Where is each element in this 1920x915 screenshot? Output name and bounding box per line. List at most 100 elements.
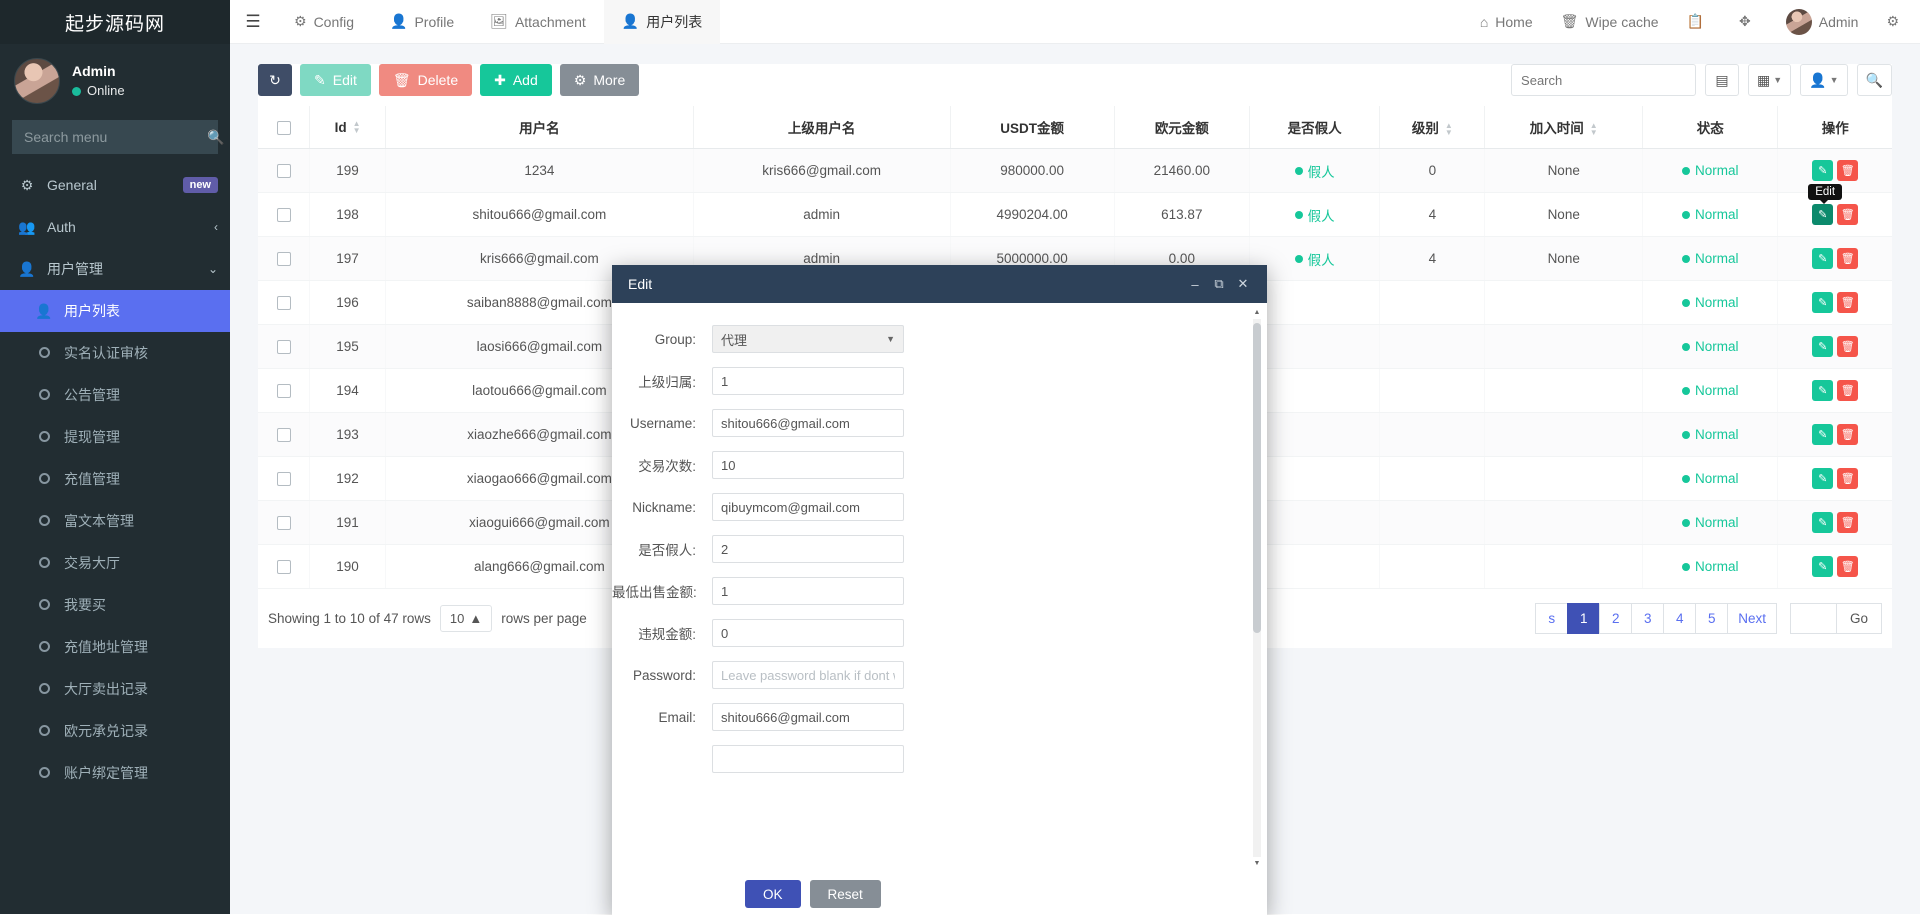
more-button[interactable]: ⚙ More [560, 64, 639, 96]
nav-action-Admin[interactable]: Admin [1772, 0, 1873, 44]
row-checkbox[interactable] [277, 340, 291, 354]
modal-scrollbar[interactable]: ▲ ▼ [1253, 319, 1261, 857]
page-prev[interactable]: s [1535, 603, 1568, 634]
field-input[interactable] [712, 451, 904, 479]
page-next[interactable]: Next [1727, 603, 1777, 634]
sidebar-item-充值管理[interactable]: 充值管理 [0, 458, 230, 500]
page-2[interactable]: 2 [1599, 603, 1632, 634]
sidebar-link[interactable]: 我要买 [0, 584, 230, 626]
sidebar-item-3[interactable]: 👤用户管理⌄ [0, 248, 230, 290]
reset-button[interactable]: Reset [810, 880, 881, 908]
row-edit-button[interactable]: ✎ [1812, 468, 1833, 489]
tab-Profile[interactable]: 👤Profile [372, 0, 472, 44]
row-edit-button[interactable]: ✎ [1812, 424, 1833, 445]
row-checkbox[interactable] [277, 296, 291, 310]
sidebar-item-交易大厅[interactable]: 交易大厅 [0, 542, 230, 584]
sidebar-link[interactable]: 实名认证审核 [0, 332, 230, 374]
tab-Attachment[interactable]: 🖼Attachment [472, 0, 604, 44]
search-menu-input[interactable] [22, 128, 207, 146]
per-page-select[interactable]: 10 ▲ [440, 605, 492, 632]
sidebar-link[interactable]: 账户绑定管理 [0, 752, 230, 794]
nav-action-gears-icon[interactable]: ⚙ [1872, 0, 1920, 44]
row-edit-button[interactable]: ✎ [1812, 380, 1833, 401]
sidebar-item-富文本管理[interactable]: 富文本管理 [0, 500, 230, 542]
row-checkbox-cell[interactable] [258, 149, 310, 193]
nav-action-clipboard-clock-icon[interactable]: 📋 [1673, 0, 1725, 44]
search-icon[interactable]: 🔍 [1857, 64, 1892, 96]
tab-Config[interactable]: ⚙Config [276, 0, 372, 44]
row-checkbox-cell[interactable] [258, 281, 310, 325]
ok-button[interactable]: OK [745, 880, 801, 908]
field-input[interactable] [712, 409, 904, 437]
row-delete-button[interactable]: 🗑 [1837, 248, 1858, 269]
sidebar-search[interactable]: 🔍 [12, 120, 218, 154]
row-checkbox[interactable] [277, 384, 291, 398]
scroll-down-icon[interactable]: ▼ [1253, 860, 1261, 867]
row-delete-button[interactable]: 🗑 [1837, 380, 1858, 401]
field-input[interactable] [712, 535, 904, 563]
row-checkbox[interactable] [277, 516, 291, 530]
sort-icon[interactable]: ▲▼ [1590, 123, 1598, 136]
delete-button[interactable]: 🗑 Delete [379, 64, 472, 96]
row-delete-button[interactable]: 🗑 [1837, 204, 1858, 225]
sidebar-item-实名认证审核[interactable]: 实名认证审核 [0, 332, 230, 374]
row-checkbox[interactable] [277, 208, 291, 222]
group-select[interactable]: 代理▼ [712, 325, 904, 353]
row-delete-button[interactable]: 🗑 [1837, 468, 1858, 489]
sidebar-item-用户列表[interactable]: 👤用户列表 [0, 290, 230, 332]
sort-icon[interactable]: ▲▼ [1445, 123, 1453, 136]
row-checkbox[interactable] [277, 428, 291, 442]
row-checkbox-cell[interactable] [258, 193, 310, 237]
row-edit-button[interactable]: ✎ [1812, 336, 1833, 357]
field-input[interactable] [712, 367, 904, 395]
go-to-page-input[interactable] [1790, 603, 1837, 634]
field-input[interactable] [712, 703, 904, 731]
maximize-icon[interactable]: ⧉ [1207, 269, 1231, 299]
edit-button[interactable]: ✎ Edit [300, 64, 371, 96]
modal-header[interactable]: Edit – ⧉ ✕ [612, 265, 1267, 303]
row-delete-button[interactable]: 🗑 [1837, 160, 1858, 181]
row-edit-button[interactable]: ✎ [1812, 248, 1833, 269]
row-checkbox[interactable] [277, 252, 291, 266]
row-checkbox-cell[interactable] [258, 237, 310, 281]
nav-action-Wipe cache[interactable]: 🗑Wipe cache [1547, 0, 1673, 44]
minimize-icon[interactable]: – [1183, 269, 1207, 299]
sidebar-item-大厅卖出记录[interactable]: 大厅卖出记录 [0, 668, 230, 710]
column-header-加入时间[interactable]: 加入时间▲▼ [1485, 106, 1643, 149]
list-view-icon[interactable]: ▤ [1705, 64, 1739, 96]
sidebar-link[interactable]: 👤用户列表 [0, 290, 230, 332]
field-input[interactable] [712, 619, 904, 647]
sidebar-item-1[interactable]: ⚙Generalnew [0, 164, 230, 206]
export-icon[interactable]: 👤▼ [1800, 64, 1847, 96]
nav-action-fullscreen-icon[interactable]: ✥ [1725, 0, 1772, 44]
page-1[interactable]: 1 [1567, 603, 1600, 634]
row-checkbox-cell[interactable] [258, 413, 310, 457]
row-checkbox-cell[interactable] [258, 325, 310, 369]
row-checkbox-cell[interactable] [258, 369, 310, 413]
page-3[interactable]: 3 [1631, 603, 1664, 634]
sidebar-item-2[interactable]: 👥Auth‹ [0, 206, 230, 248]
row-checkbox-cell[interactable] [258, 457, 310, 501]
sidebar-item-欧元承兑记录[interactable]: 欧元承兑记录 [0, 710, 230, 752]
sidebar-link[interactable]: 大厅卖出记录 [0, 668, 230, 710]
scroll-up-icon[interactable]: ▲ [1253, 309, 1261, 316]
sidebar-link[interactable]: 富文本管理 [0, 500, 230, 542]
sidebar-link[interactable]: ⚙Generalnew [0, 164, 230, 206]
add-button[interactable]: ✚ Add [480, 64, 552, 96]
sidebar-item-公告管理[interactable]: 公告管理 [0, 374, 230, 416]
search-icon[interactable]: 🔍 [207, 129, 224, 146]
row-delete-button[interactable]: 🗑 [1837, 556, 1858, 577]
row-checkbox-cell[interactable] [258, 545, 310, 589]
row-edit-button[interactable]: ✎ [1812, 204, 1833, 225]
go-button[interactable]: Go [1836, 603, 1882, 634]
sort-icon[interactable]: ▲▼ [353, 121, 361, 134]
row-edit-button[interactable]: ✎ [1812, 160, 1833, 181]
column-header-Id[interactable]: Id▲▼ [310, 106, 386, 149]
field-input[interactable] [712, 661, 904, 689]
search-input[interactable] [1511, 64, 1696, 96]
sidebar-item-充值地址管理[interactable]: 充值地址管理 [0, 626, 230, 668]
field-input[interactable] [712, 577, 904, 605]
page-4[interactable]: 4 [1663, 603, 1696, 634]
sidebar-link[interactable]: 充值地址管理 [0, 626, 230, 668]
sidebar-link[interactable]: 提现管理 [0, 416, 230, 458]
